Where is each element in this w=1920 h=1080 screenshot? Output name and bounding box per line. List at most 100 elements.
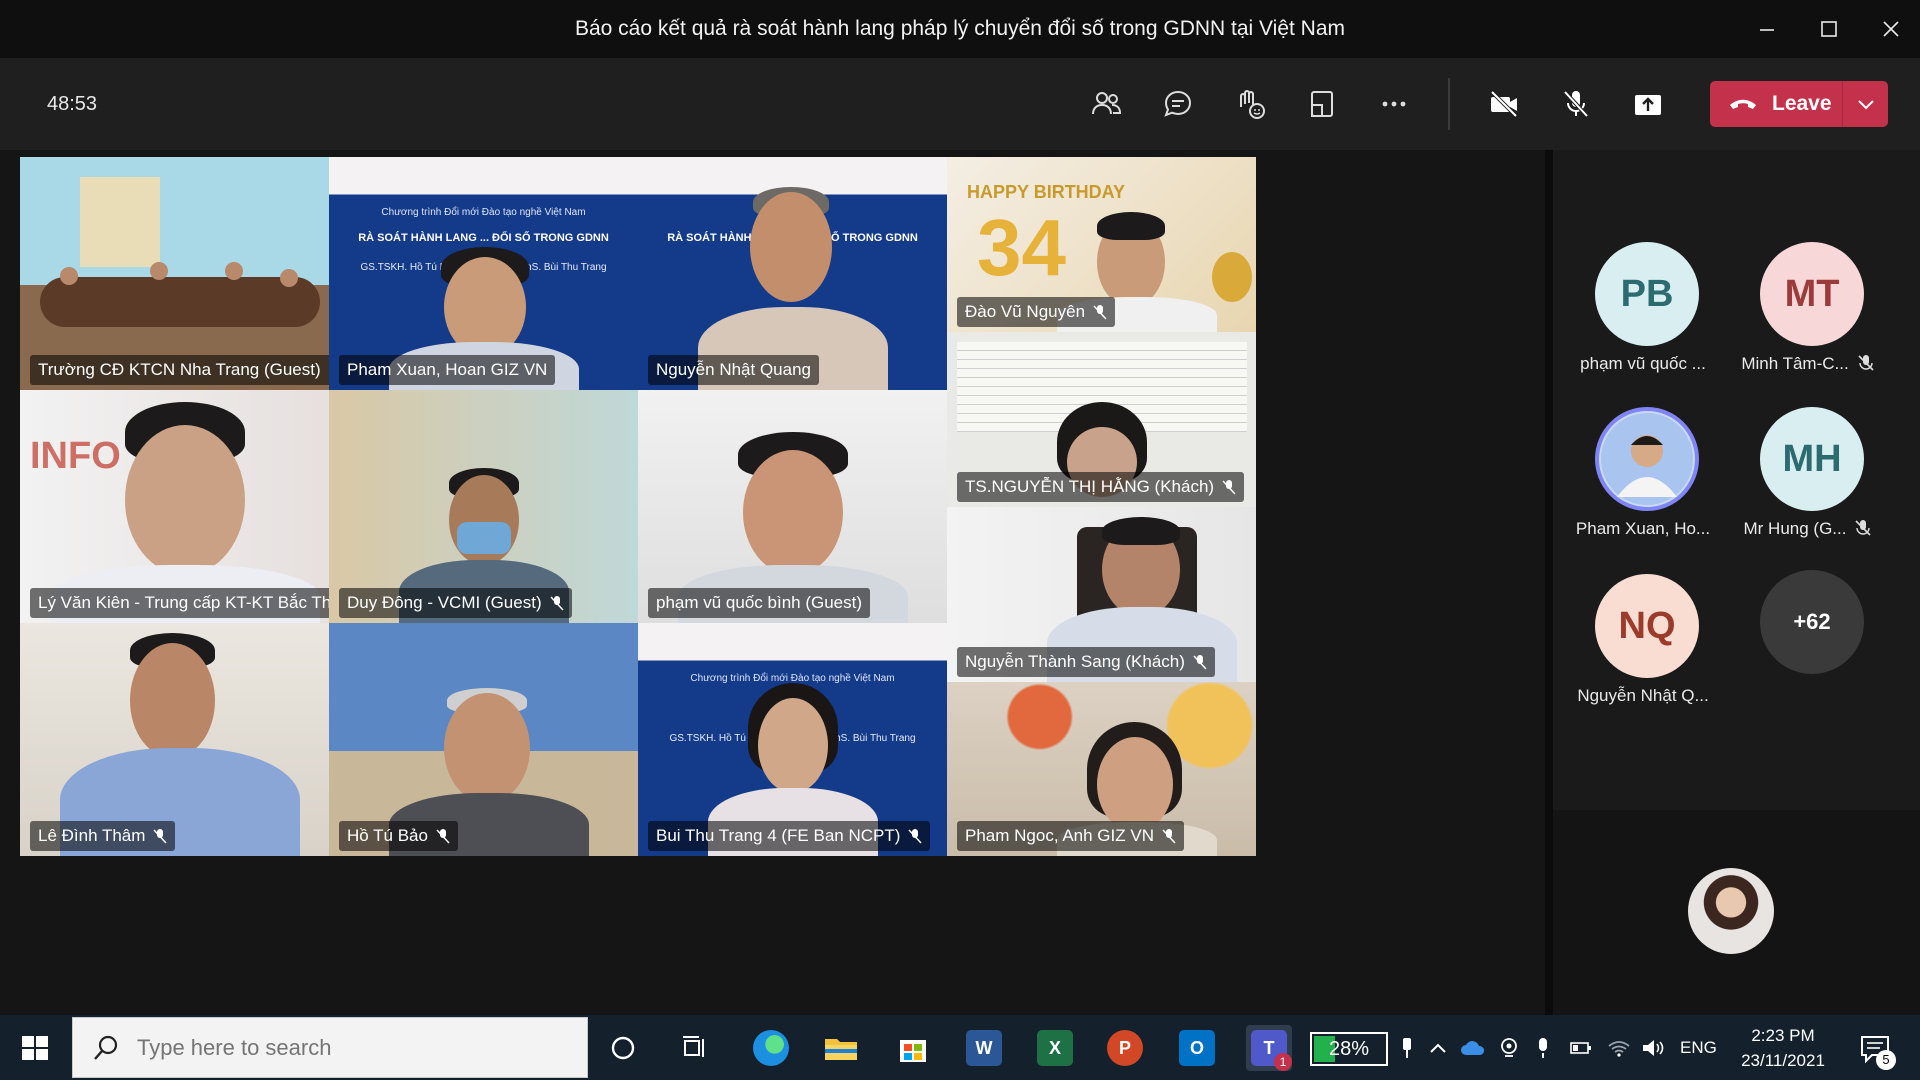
video-tile[interactable]: Chương trình Đổi mới Đào tạo nghề Việt N…	[638, 623, 947, 856]
video-tile[interactable]: phạm vũ quốc bình (Guest)	[638, 390, 947, 623]
reactions-icon[interactable]	[1228, 82, 1272, 126]
toolbar-divider	[1448, 78, 1450, 130]
battery-indicator[interactable]: 28%	[1310, 1032, 1388, 1066]
video-grid: Trường CĐ KTCN Nha Trang (Guest) Chương …	[20, 157, 1532, 1016]
close-button[interactable]	[1862, 0, 1920, 58]
tile-label: Pham Xuan, Hoan GIZ VN	[339, 355, 556, 385]
windows-start-icon[interactable]	[14, 1029, 56, 1067]
birthday-text: HAPPY BIRTHDAY	[967, 182, 1126, 202]
webcam-icon[interactable]	[1496, 1035, 1522, 1061]
participants-icon[interactable]	[1084, 82, 1128, 126]
teams-icon[interactable]: T 1	[1246, 1025, 1292, 1071]
video-tile[interactable]: Pham Ngoc, Anh GIZ VN	[947, 682, 1256, 856]
attendee-head	[225, 262, 243, 280]
participant-card[interactable]: MT Minh Tâm-C...	[1728, 242, 1888, 392]
tile-label: Lý Văn Kiên - Trung cấp KT-KT Bắc Thà...	[30, 588, 329, 618]
mic-muted-icon	[1193, 655, 1207, 670]
edge-browser-icon[interactable]	[748, 1025, 794, 1071]
tile-label: Bui Thu Trang 4 (FE Ban NCPT)	[648, 821, 931, 851]
participant-name: Nguyễn Nhật Q...	[1577, 686, 1709, 705]
powerpoint-icon[interactable]: P	[1102, 1025, 1148, 1071]
tile-label: Hồ Tú Bảo	[339, 821, 458, 851]
pen-icon[interactable]	[1394, 1035, 1420, 1061]
mic-muted-icon	[1093, 305, 1107, 320]
slide-program-text: Chương trình Đổi mới Đào tạo nghề Việt N…	[381, 207, 586, 218]
avatar: NQ	[1595, 574, 1699, 678]
more-participants-count: +62	[1760, 570, 1864, 674]
tile-label: Pham Ngoc, Anh GIZ VN	[957, 821, 1184, 851]
more-options-icon[interactable]	[1372, 82, 1416, 126]
participant-name: Đào Vũ Nguyên	[965, 302, 1086, 321]
mic-muted-icon	[908, 829, 922, 844]
video-tile[interactable]: Nguyễn Thành Sang (Khách)	[947, 507, 1256, 682]
teams-notification-badge: 1	[1274, 1053, 1292, 1071]
rooms-icon[interactable]	[1300, 82, 1344, 126]
balloon	[1212, 252, 1252, 302]
file-explorer-icon[interactable]	[818, 1025, 864, 1071]
video-tile[interactable]: Lê Đình Thâm	[20, 623, 329, 856]
task-view-icon[interactable]	[672, 1025, 718, 1071]
leave-options-chevron-down-icon[interactable]	[1843, 81, 1888, 127]
minimize-button[interactable]	[1738, 0, 1796, 58]
participant-card[interactable]: NQ Nguyễn Nhật Q...	[1563, 574, 1723, 724]
search-input[interactable]	[137, 1034, 537, 1061]
participant-card[interactable]: Pham Xuan, Ho...	[1563, 407, 1723, 557]
self-view-avatar[interactable]	[1688, 868, 1774, 954]
cortana-icon[interactable]	[600, 1025, 646, 1071]
avatar: MT	[1760, 242, 1864, 346]
input-language[interactable]: ENG	[1680, 1015, 1717, 1080]
more-participants-button[interactable]: +62	[1728, 570, 1888, 720]
camera-off-icon[interactable]	[1482, 82, 1526, 126]
video-tile[interactable]: TS.NGUYỄN THỊ HẰNG (Khách)	[947, 332, 1256, 507]
video-tile[interactable]: Hồ Tú Bảo	[329, 623, 638, 856]
mic-muted-icon	[153, 829, 167, 844]
participant-rail: PB phạm vũ quốc ... MT Minh Tâm-C... Pha…	[1553, 150, 1920, 1015]
participant-card[interactable]: PB phạm vũ quốc ...	[1563, 242, 1723, 392]
leave-button[interactable]: Leave	[1710, 81, 1888, 127]
system-clock[interactable]: 2:23 PM 23/11/2021	[1733, 1023, 1833, 1073]
slide-title-text: RÀ SOÁT HÀNH LANG ... ĐỔI SỐ TRONG GDNN	[358, 232, 609, 244]
video-tile[interactable]: RÀ SOÁT HÀNH LANG ... ĐỔI SỐ TRONG GDNN …	[638, 157, 947, 390]
window-title: Báo cáo kết quả rà soát hành lang pháp l…	[574, 17, 1346, 40]
video-tile[interactable]: HAPPY BIRTHDAY 34 Đào Vũ Nguyên	[947, 157, 1256, 332]
microsoft-store-icon[interactable]	[890, 1025, 936, 1071]
tile-label: Duy Đông - VCMI (Guest)	[339, 588, 572, 618]
tile-label: Trường CĐ KTCN Nha Trang (Guest)	[30, 355, 329, 385]
taskbar-search-box[interactable]	[72, 1017, 588, 1078]
battery-power-icon[interactable]	[1568, 1035, 1594, 1061]
participant-name: TS.NGUYỄN THỊ HẰNG (Khách)	[965, 477, 1215, 496]
video-tile[interactable]: INFO Lý Văn Kiên - Trung cấp KT-KT Bắc T…	[20, 390, 329, 623]
onedrive-icon[interactable]	[1460, 1035, 1486, 1061]
tile-label: Lê Đình Thâm	[30, 821, 176, 851]
excel-icon[interactable]: X	[1032, 1025, 1078, 1071]
conference-table	[40, 277, 320, 327]
microphone-icon[interactable]	[1530, 1035, 1556, 1061]
outlook-icon[interactable]: O	[1174, 1025, 1220, 1071]
video-tile[interactable]: Chương trình Đổi mới Đào tạo nghề Việt N…	[329, 157, 638, 390]
person-head	[743, 450, 843, 575]
tile-label: Nguyễn Nhật Quang	[648, 355, 819, 385]
leave-label: Leave	[1772, 92, 1832, 115]
notification-center-icon[interactable]: 5	[1858, 1032, 1896, 1070]
video-stage: Trường CĐ KTCN Nha Trang (Guest) Chương …	[0, 150, 1545, 1015]
participant-name: Mr Hung (G...	[1743, 519, 1847, 538]
maximize-button[interactable]	[1800, 0, 1858, 58]
video-tile[interactable]: Duy Đông - VCMI (Guest)	[329, 390, 638, 623]
video-tile[interactable]: Trường CĐ KTCN Nha Trang (Guest)	[20, 157, 329, 390]
volume-icon[interactable]	[1640, 1035, 1666, 1061]
hangup-icon	[1730, 99, 1756, 109]
participant-card[interactable]: MH Mr Hung (G...	[1728, 407, 1888, 557]
leave-main[interactable]: Leave	[1710, 81, 1842, 127]
attendee-head	[60, 267, 78, 285]
chevron-up-icon[interactable]	[1425, 1035, 1451, 1061]
taskbar: W X P O T 1 28% ENG 2:23 PM 23/11/2021 5	[0, 1015, 1920, 1080]
participant-avatars-panel: PB phạm vũ quốc ... MT Minh Tâm-C... Pha…	[1553, 150, 1920, 810]
wifi-icon[interactable]	[1606, 1035, 1632, 1061]
attendee-head	[280, 269, 298, 287]
chat-icon[interactable]	[1156, 82, 1200, 126]
word-icon[interactable]: W	[961, 1025, 1007, 1071]
mic-off-icon[interactable]	[1554, 82, 1598, 126]
tile-label: Nguyễn Thành Sang (Khách)	[957, 647, 1215, 677]
share-screen-icon[interactable]	[1626, 82, 1670, 126]
person-head	[750, 192, 832, 302]
